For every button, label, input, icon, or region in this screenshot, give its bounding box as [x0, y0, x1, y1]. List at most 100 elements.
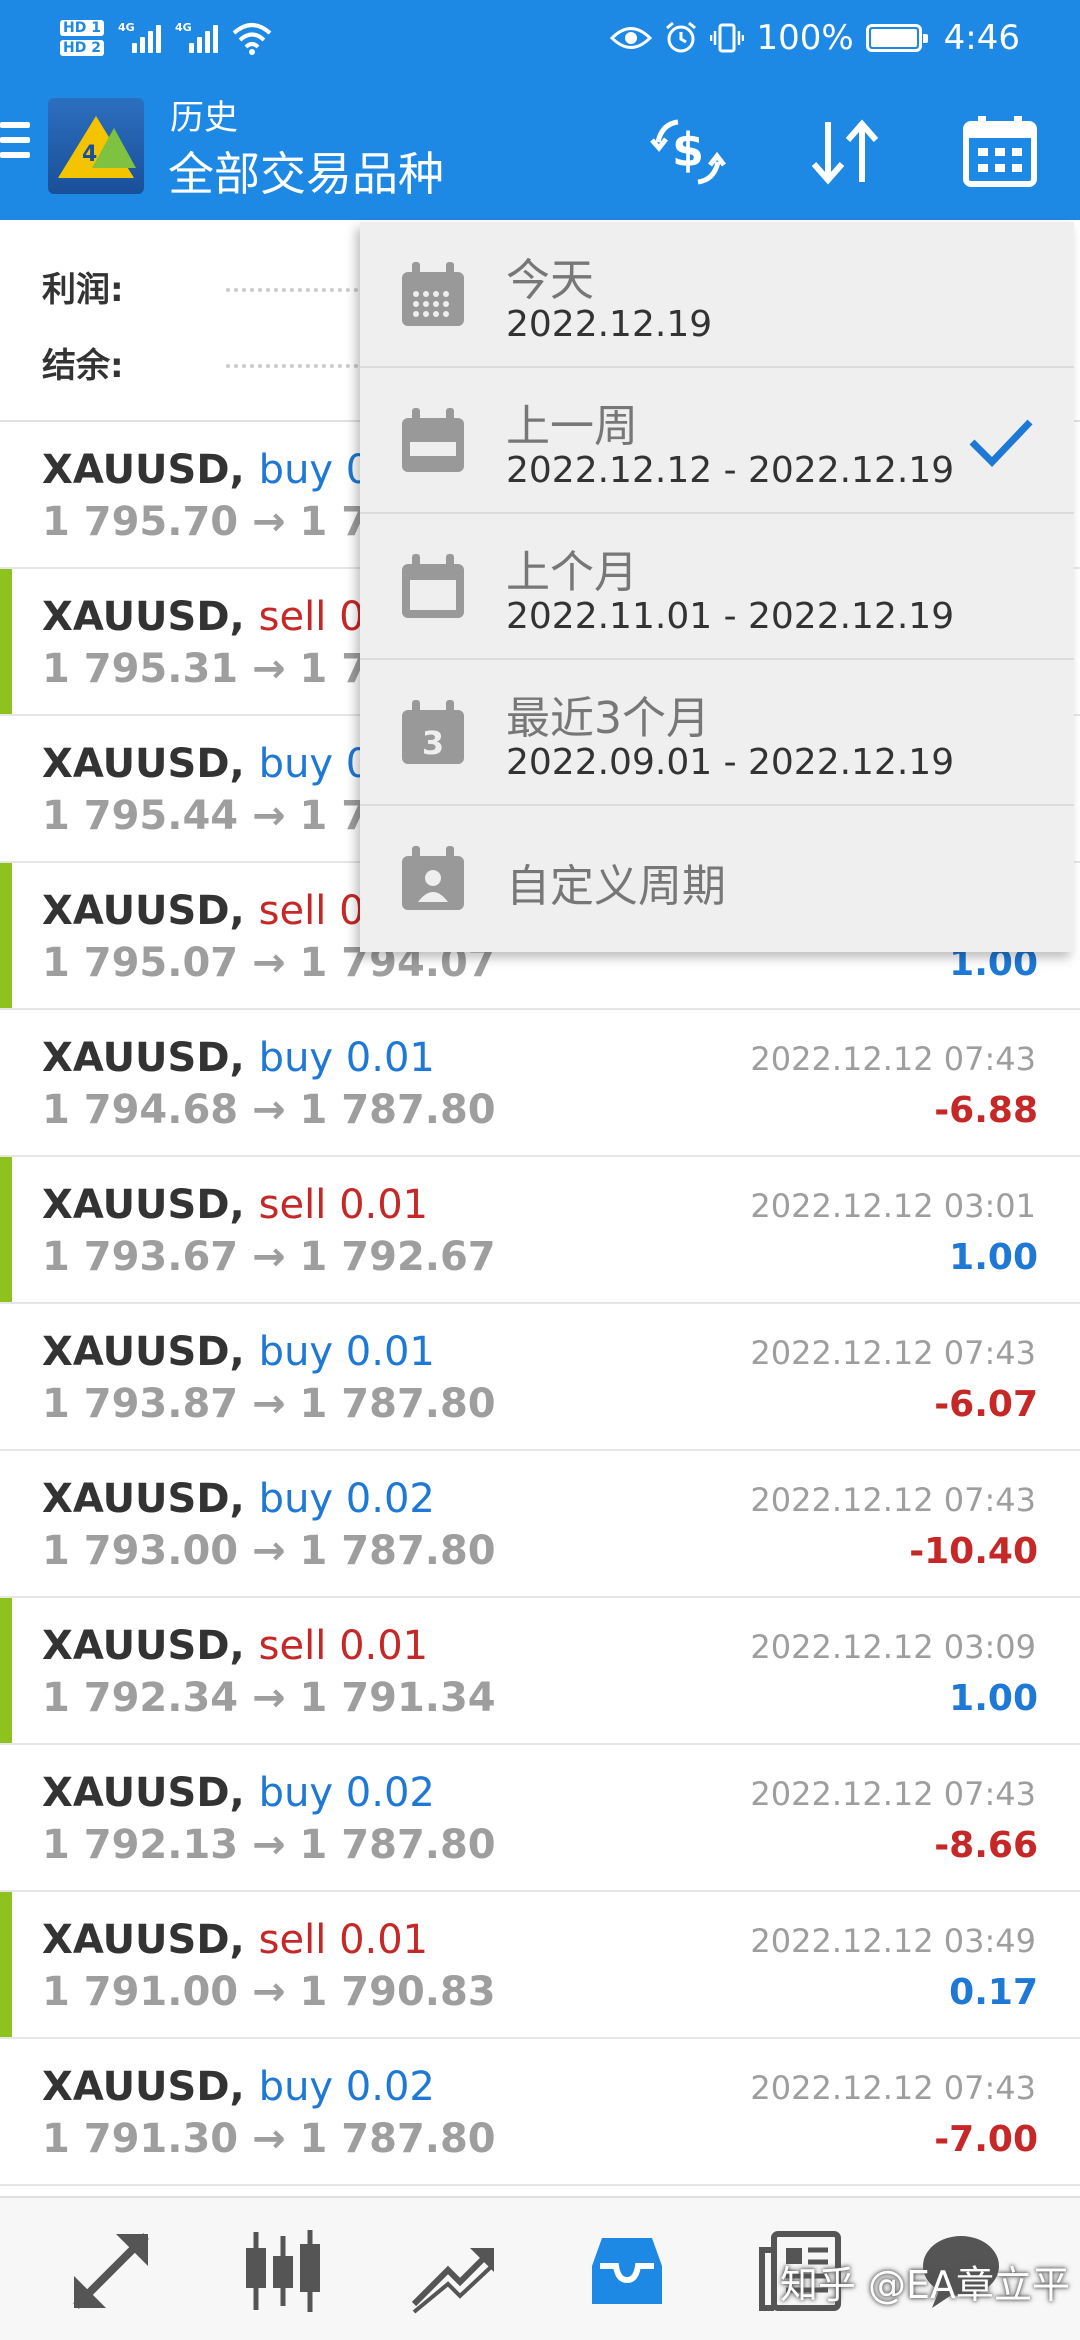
period-range: 2022.11.01 - 2022.12.19 — [506, 596, 955, 637]
period-range: 2022.09.01 - 2022.12.19 — [506, 742, 955, 783]
open-price: 1 795.07 — [42, 940, 239, 986]
trade-symbol: XAUUSD, — [42, 1917, 245, 1963]
period-range: 2022.12.12 - 2022.12.19 — [506, 450, 955, 491]
open-price: 1 791.30 — [42, 2116, 239, 2162]
trade-time: 2022.12.12 07:43 — [750, 2069, 1036, 2107]
trade-row[interactable]: XAUUSD, sell 0.01 1 793.67 → 1 792.67 2022… — [0, 1157, 1080, 1304]
trade-time: 2022.12.12 07:43 — [750, 1775, 1036, 1813]
period-range: 2022.12.19 — [506, 304, 713, 345]
period-option[interactable]: 3 最近3个月 2022.09.01 - 2022.12.19 — [360, 660, 1074, 806]
history-icon[interactable] — [582, 2226, 672, 2316]
trade-symbol: XAUUSD, — [42, 741, 245, 787]
arrow-icon: → — [252, 1528, 286, 1574]
period-option[interactable]: 自定义周期 — [360, 806, 1074, 952]
trade-direction-volume: sell 0.01 — [258, 1917, 429, 1963]
eye-icon — [610, 27, 653, 49]
trade-prices: 1 793.00 → 1 787.80 — [42, 1527, 496, 1575]
arrow-icon: → — [252, 1969, 286, 2015]
svg-text:$: $ — [672, 123, 704, 177]
open-price: 1 793.67 — [42, 1234, 239, 1280]
trade-row[interactable]: XAUUSD, buy 0.02 1 792.13 → 1 787.80 2022.… — [0, 1745, 1080, 1892]
trade-direction-volume: buy 0.02 — [258, 2064, 435, 2110]
clock: 4:46 — [943, 18, 1020, 58]
wifi-icon — [232, 23, 272, 55]
trade-icon[interactable] — [408, 2226, 498, 2316]
trade-symbol: XAUUSD, — [42, 1035, 245, 1081]
trade-header: XAUUSD, buy 0.02 — [42, 1475, 435, 1523]
arrow-icon: → — [252, 1822, 286, 1868]
trade-direction-volume: buy 0.02 — [258, 1476, 435, 1522]
chart-icon[interactable] — [238, 2226, 328, 2316]
arrow-icon: → — [252, 1087, 286, 1133]
period-label: 自定义周期 — [506, 861, 726, 912]
trade-profit: 1.00 — [949, 1237, 1038, 1278]
trade-row[interactable]: XAUUSD, buy 0.01 1 793.87 → 1 787.80 2022.… — [0, 1304, 1080, 1451]
net2-label: 4G — [174, 21, 192, 34]
period-label: 上一周 — [506, 401, 638, 452]
trade-symbol: XAUUSD, — [42, 1770, 245, 1816]
period-option[interactable]: 上一周 2022.12.12 - 2022.12.19 — [360, 368, 1074, 514]
sell-marker — [0, 569, 12, 714]
profit-label: 利润: — [42, 270, 124, 310]
arrow-icon: → — [252, 646, 286, 692]
hd-badges: HD 1 HD 2 — [60, 20, 104, 56]
arrow-icon: → — [252, 793, 286, 839]
signal-2-icon: 4G — [174, 21, 218, 53]
watermark: 知乎 @EA章立平 — [779, 2263, 1070, 2307]
screen-subtitle: 历史 — [170, 98, 238, 138]
currency-exchange-icon[interactable]: $ — [648, 112, 728, 192]
trade-profit: 1.00 — [949, 1678, 1038, 1719]
trade-direction-volume: buy 0.01 — [258, 1329, 435, 1375]
open-price: 1 792.13 — [42, 1822, 239, 1868]
sell-marker — [0, 863, 12, 1008]
balance-label: 结余: — [42, 346, 124, 386]
battery-percent: 100% — [756, 18, 854, 58]
trade-direction-volume: sell 0.01 — [258, 1623, 429, 1669]
hd1-badge: HD 1 — [60, 20, 104, 36]
trade-header: XAUUSD, sell 0.01 — [42, 1181, 428, 1229]
hamburger-menu-icon[interactable] — [0, 122, 30, 166]
open-price: 1 794.68 — [42, 1087, 239, 1133]
close-price: 1 787.80 — [299, 1087, 496, 1133]
close-price: 1 792.67 — [299, 1234, 496, 1280]
trade-direction-volume: buy 0.01 — [258, 1035, 435, 1081]
trade-time: 2022.12.12 03:01 — [750, 1187, 1036, 1225]
trade-profit: -8.66 — [934, 1825, 1038, 1866]
svg-text:3: 3 — [422, 724, 444, 762]
trade-profit: -10.40 — [909, 1531, 1038, 1572]
trade-row[interactable]: XAUUSD, sell 0.01 1 792.34 → 1 791.34 2022… — [0, 1598, 1080, 1745]
alarm-icon — [666, 21, 697, 53]
balance-value-placeholder — [226, 364, 366, 368]
open-price: 1 795.70 — [42, 499, 239, 545]
period-label: 最近3个月 — [506, 693, 710, 744]
arrow-icon: → — [252, 1234, 286, 1280]
sell-marker — [0, 1157, 12, 1302]
sort-icon[interactable] — [806, 112, 886, 192]
trade-row[interactable]: XAUUSD, buy 0.02 1 791.30 → 1 787.80 2022.… — [0, 2039, 1080, 2186]
trade-header: XAUUSD, buy 0.01 — [42, 1328, 435, 1376]
trade-symbol: XAUUSD, — [42, 1182, 245, 1228]
trade-row[interactable]: XAUUSD, buy 0.02 1 793.00 → 1 787.80 2022.… — [0, 1451, 1080, 1598]
open-price: 1 791.00 — [42, 1969, 239, 2015]
period-option[interactable]: 上个月 2022.11.01 - 2022.12.19 — [360, 514, 1074, 660]
symbol-filter-title[interactable]: 全部交易品种 — [168, 146, 444, 202]
close-price: 1 787.80 — [299, 1822, 496, 1868]
trade-prices: 1 793.87 → 1 787.80 — [42, 1380, 496, 1428]
trade-row[interactable]: XAUUSD, buy 0.01 1 794.68 → 1 787.80 2022.… — [0, 1010, 1080, 1157]
trade-prices: 1 794.68 → 1 787.80 — [42, 1086, 496, 1134]
quotes-icon[interactable] — [66, 2226, 156, 2316]
close-price: 1 787.80 — [299, 2116, 496, 2162]
trade-time: 2022.12.12 03:49 — [750, 1922, 1036, 1960]
trade-symbol: XAUUSD, — [42, 594, 245, 640]
trade-header: XAUUSD, buy 0.01 — [42, 1034, 435, 1082]
arrow-icon: → — [252, 1381, 286, 1427]
calendar-week-icon — [402, 408, 464, 472]
calendar-icon[interactable] — [960, 112, 1040, 192]
trade-row[interactable]: XAUUSD, sell 0.01 1 791.00 → 1 790.83 2022… — [0, 1892, 1080, 2039]
trade-profit: -6.88 — [934, 1090, 1038, 1131]
arrow-icon: → — [252, 2116, 286, 2162]
trade-profit: 0.17 — [949, 1972, 1038, 2013]
period-option[interactable]: 今天 2022.12.19 — [360, 222, 1074, 368]
trade-direction-volume: buy 0.02 — [258, 1770, 435, 1816]
calendar-month-icon — [402, 554, 464, 618]
